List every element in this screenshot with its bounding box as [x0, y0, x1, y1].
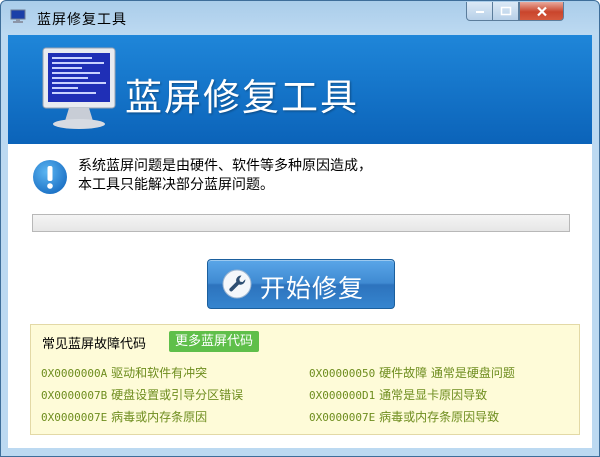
wrench-icon [222, 269, 252, 299]
code-item[interactable]: 0X0000007E 病毒或内存条原因 [41, 408, 207, 425]
progress-bar [32, 214, 570, 232]
code-desc: 病毒或内存条原因 [111, 410, 208, 424]
code-desc: 硬盘设置或引导分区错误 [111, 388, 244, 402]
info-message-line1: 系统蓝屏问题是由硬件、软件等多种原因造成， [78, 158, 372, 174]
code-item[interactable]: 0X00000050 硬件故障 通常是硬盘问题 [309, 364, 515, 381]
main-panel: 系统蓝屏问题是由硬件、软件等多种原因造成， 本工具只能解决部分蓝屏问题。 开始修… [8, 144, 592, 448]
header-banner: 蓝屏修复工具 [8, 35, 592, 144]
minimize-icon [475, 11, 484, 13]
title-bar[interactable]: 蓝屏修复工具 [1, 1, 599, 35]
code-value: 0X0000007B [41, 389, 108, 402]
code-desc: 驱动和软件有冲突 [111, 366, 208, 380]
app-icon [10, 9, 26, 23]
window-title: 蓝屏修复工具 [37, 12, 127, 28]
banner-title: 蓝屏修复工具 [125, 76, 359, 119]
close-button[interactable] [519, 2, 564, 21]
code-desc: 通常是显卡原因导致 [379, 388, 488, 402]
code-value: 0X0000007E [41, 411, 108, 424]
code-desc: 硬件故障 通常是硬盘问题 [379, 366, 515, 380]
code-item[interactable]: 0X000000D1 通常是显卡原因导致 [309, 386, 487, 403]
code-value: 0X0000007E [309, 411, 376, 424]
codes-title: 常见蓝屏故障代码 [42, 337, 147, 352]
maximize-icon [500, 6, 511, 16]
app-window: 蓝屏修复工具 蓝屏修复工具 系统蓝屏问题是由硬件、软件等多种原因造成， 本工具只… [0, 0, 600, 457]
bsod-monitor-icon [42, 47, 116, 129]
close-icon [536, 6, 547, 16]
code-value: 0X00000050 [309, 367, 376, 380]
info-icon [33, 160, 67, 194]
more-codes-button[interactable]: 更多蓝屏代码 [169, 331, 260, 352]
info-message-line2: 本工具只能解决部分蓝屏问题。 [78, 177, 274, 193]
code-item[interactable]: 0X0000007E 病毒或内存条原因导致 [309, 408, 499, 425]
start-repair-button[interactable]: 开始修复 [207, 259, 395, 309]
info-message: 系统蓝屏问题是由硬件、软件等多种原因造成， 本工具只能解决部分蓝屏问题。 [78, 157, 372, 195]
code-desc: 病毒或内存条原因导致 [379, 410, 500, 424]
minimize-button[interactable] [466, 2, 493, 21]
start-repair-label: 开始修复 [260, 274, 365, 303]
error-codes-panel: 常见蓝屏故障代码 更多蓝屏代码 0X0000000A 驱动和软件有冲突 0X00… [30, 324, 580, 435]
maximize-button[interactable] [492, 2, 519, 21]
code-item[interactable]: 0X0000000A 驱动和软件有冲突 [41, 364, 207, 381]
code-item[interactable]: 0X0000007B 硬盘设置或引导分区错误 [41, 386, 243, 403]
code-value: 0X000000D1 [309, 389, 376, 402]
code-value: 0X0000000A [41, 367, 108, 380]
